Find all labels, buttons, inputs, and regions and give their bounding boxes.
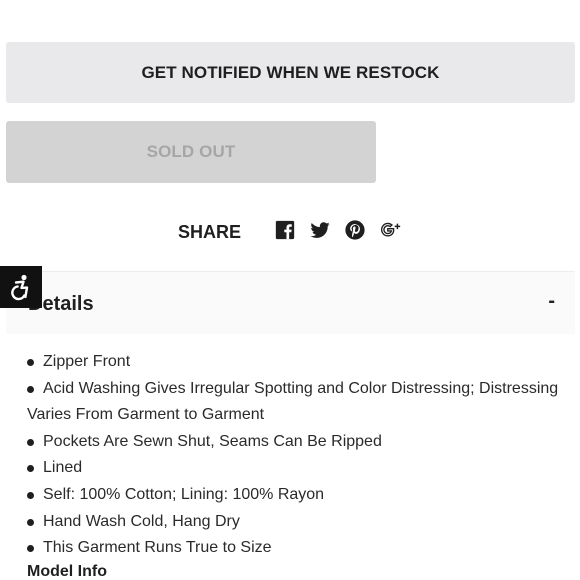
bullet-icon	[27, 465, 34, 473]
list-item: Zipper Front	[27, 349, 567, 376]
bullet-icon	[27, 359, 34, 366]
list-item: Acid Washing Gives Irregular Spotting an…	[27, 379, 559, 424]
share-row: SHARE	[0, 212, 580, 252]
sold-out-label: SOLD OUT	[146, 142, 236, 161]
bullet-icon	[27, 438, 34, 446]
product-page: GET NOTIFIED WHEN WE RESTOCK SOLD OUT SH…	[0, 0, 580, 580]
list-item: This Garment Runs True to Size	[27, 535, 567, 562]
list-item: Pockets Are Sewn Shut, Seams Can Be Ripp…	[27, 429, 567, 456]
pinterest-icon[interactable]	[343, 218, 367, 242]
accessibility-icon[interactable]	[0, 266, 42, 308]
list-item: Self: 100% Cotton; Lining: 100% Rayon	[27, 482, 567, 509]
list-item: Hand Wash Cold, Hang Dry	[27, 509, 567, 536]
bullet-icon	[27, 385, 34, 393]
details-accordion-header[interactable]: Details -	[6, 271, 575, 334]
bullet-icon	[27, 545, 34, 553]
facebook-icon[interactable]	[273, 218, 297, 242]
details-collapse-toggle[interactable]: -	[548, 290, 555, 313]
bullet-icon	[27, 518, 34, 526]
list-item: Lined	[27, 455, 567, 482]
notify-restock-label: GET NOTIFIED WHEN WE RESTOCK	[141, 62, 440, 82]
details-list: Zipper Front Acid Washing Gives Irregula…	[27, 349, 567, 562]
google-plus-icon[interactable]	[379, 218, 403, 242]
model-info-heading: Model Info	[27, 563, 107, 580]
notify-restock-button[interactable]: GET NOTIFIED WHEN WE RESTOCK	[6, 42, 575, 103]
twitter-icon[interactable]	[308, 218, 332, 242]
bullet-icon	[27, 491, 34, 499]
share-label: SHARE	[178, 222, 242, 242]
sold-out-button: SOLD OUT	[6, 121, 376, 183]
